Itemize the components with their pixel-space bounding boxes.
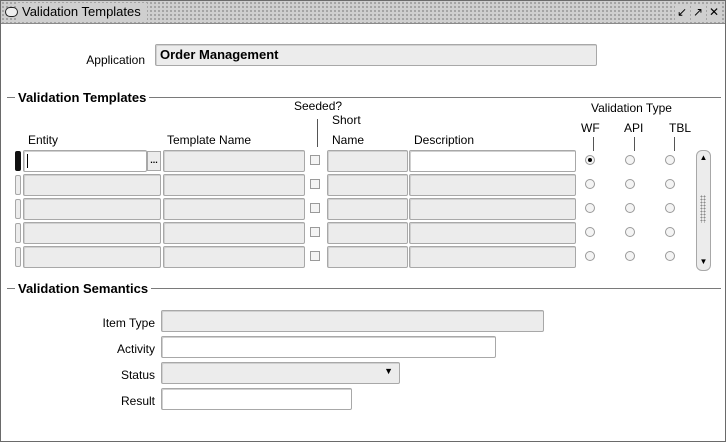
- tbl-tick: [674, 137, 675, 151]
- application-value: Order Management: [160, 47, 279, 62]
- scroll-up-icon[interactable]: ▲: [698, 153, 709, 163]
- api-radio[interactable]: [625, 203, 635, 213]
- wf-radio[interactable]: [585, 227, 595, 237]
- seeded-checkbox[interactable]: [310, 227, 320, 237]
- validation-type-header: Validation Type: [591, 101, 672, 115]
- status-label: Status: [120, 368, 155, 382]
- chevron-down-icon[interactable]: ▼: [384, 366, 393, 376]
- template-name-field[interactable]: [163, 222, 305, 244]
- description-field[interactable]: [409, 222, 576, 244]
- wf-radio[interactable]: [585, 251, 595, 261]
- wf-radio[interactable]: [585, 155, 595, 165]
- rows-scrollbar[interactable]: ▲ ▼: [696, 150, 711, 271]
- template-name-field[interactable]: [163, 150, 305, 172]
- entity-field[interactable]: [23, 150, 147, 172]
- row-indicator-current[interactable]: [15, 151, 21, 171]
- templates-section-title: Validation Templates: [15, 90, 150, 105]
- entity-field[interactable]: [23, 174, 161, 196]
- short-name-field[interactable]: [327, 150, 408, 172]
- type-tbl-header: TBL: [669, 121, 692, 135]
- template-name-header: Template Name: [167, 133, 252, 147]
- title-bar[interactable]: Validation Templates ↙ ↗ ✕: [1, 1, 725, 24]
- api-tick: [634, 137, 635, 151]
- activity-field[interactable]: [161, 336, 496, 358]
- description-field[interactable]: [409, 174, 576, 196]
- tbl-radio[interactable]: [665, 203, 675, 213]
- result-label: Result: [120, 394, 155, 408]
- minimize-icon[interactable]: ↙: [675, 4, 689, 20]
- wf-tick: [593, 137, 594, 151]
- activity-label: Activity: [116, 342, 155, 356]
- seeded-checkbox[interactable]: [310, 251, 320, 261]
- short-name-field[interactable]: [327, 174, 408, 196]
- api-radio[interactable]: [625, 227, 635, 237]
- description-field[interactable]: [409, 150, 576, 172]
- tbl-radio[interactable]: [665, 251, 675, 261]
- description-field[interactable]: [409, 246, 576, 268]
- template-name-field[interactable]: [163, 174, 305, 196]
- seeded-header: Seeded?: [294, 99, 343, 113]
- short-name-header-1: Short: [332, 113, 361, 127]
- validation-templates-window: Validation Templates ↙ ↗ ✕ Application O…: [0, 0, 726, 442]
- maximize-icon[interactable]: ↗: [691, 4, 705, 20]
- api-radio[interactable]: [625, 179, 635, 189]
- row-indicator[interactable]: [15, 175, 21, 195]
- short-name-field[interactable]: [327, 198, 408, 220]
- semantics-section-title: Validation Semantics: [15, 281, 152, 296]
- application-field[interactable]: Order Management: [155, 44, 597, 66]
- wf-radio[interactable]: [585, 179, 595, 189]
- description-field[interactable]: [409, 198, 576, 220]
- window-title: Validation Templates: [18, 3, 147, 21]
- scroll-thumb[interactable]: [700, 195, 706, 223]
- template-name-field[interactable]: [163, 246, 305, 268]
- api-radio[interactable]: [625, 155, 635, 165]
- scroll-down-icon[interactable]: ▼: [698, 257, 709, 267]
- tbl-radio[interactable]: [665, 227, 675, 237]
- item-type-label: Item Type: [102, 316, 155, 330]
- seeded-header-tick: [317, 119, 318, 147]
- type-wf-header: WF: [581, 121, 600, 135]
- result-field[interactable]: [161, 388, 352, 410]
- type-api-header: API: [624, 121, 644, 135]
- seeded-checkbox[interactable]: [310, 179, 320, 189]
- short-name-field[interactable]: [327, 222, 408, 244]
- tbl-radio[interactable]: [665, 155, 675, 165]
- seeded-checkbox[interactable]: [310, 155, 320, 165]
- entity-header: Entity: [28, 133, 59, 147]
- entity-lov-button[interactable]: ...: [147, 151, 161, 171]
- description-header: Description: [414, 133, 475, 147]
- entity-field[interactable]: [23, 246, 161, 268]
- template-name-field[interactable]: [163, 198, 305, 220]
- entity-field[interactable]: [23, 198, 161, 220]
- text-cursor: [27, 154, 28, 168]
- application-label: Application: [86, 53, 145, 67]
- seeded-checkbox[interactable]: [310, 203, 320, 213]
- tbl-radio[interactable]: [665, 179, 675, 189]
- row-indicator[interactable]: [15, 223, 21, 243]
- short-name-header-2: Name: [332, 133, 365, 147]
- entity-field[interactable]: [23, 222, 161, 244]
- api-radio[interactable]: [625, 251, 635, 261]
- row-indicator[interactable]: [15, 247, 21, 267]
- wf-radio[interactable]: [585, 203, 595, 213]
- window-menu-icon[interactable]: [5, 7, 18, 17]
- status-select[interactable]: ▼: [161, 362, 400, 384]
- item-type-field[interactable]: [161, 310, 544, 332]
- close-icon[interactable]: ✕: [707, 4, 721, 20]
- row-indicator[interactable]: [15, 199, 21, 219]
- short-name-field[interactable]: [327, 246, 408, 268]
